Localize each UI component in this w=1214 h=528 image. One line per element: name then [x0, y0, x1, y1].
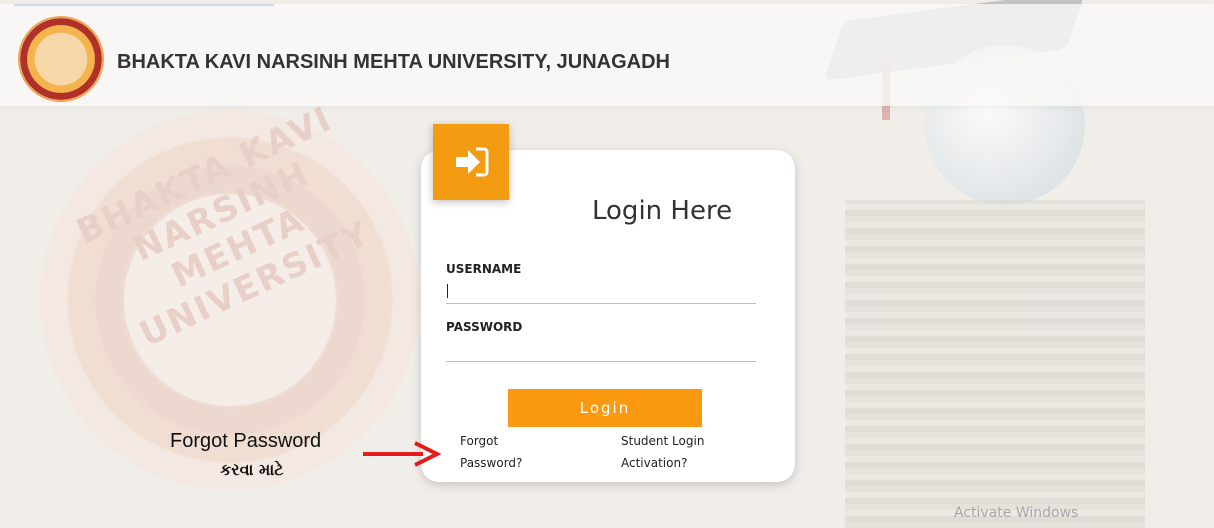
site-header: BHAKTA KAVI NARSINH MEHTA UNIVERSITY, JU…: [0, 4, 1214, 106]
username-label: USERNAME: [446, 262, 522, 276]
university-name: BHAKTA KAVI NARSINH MEHTA UNIVERSITY, JU…: [117, 51, 670, 73]
annotation-forgot-password: Forgot Password: [170, 430, 322, 452]
login-button[interactable]: Login: [508, 389, 702, 427]
forgot-password-line2: Password?: [460, 456, 523, 470]
password-input[interactable]: [446, 335, 756, 362]
annotation-arrow-icon: [363, 441, 442, 467]
student-login-activation-link[interactable]: Student Login Activation?: [621, 430, 704, 474]
forgot-password-link[interactable]: Forgot Password?: [460, 430, 522, 474]
sign-in-icon: [456, 147, 489, 177]
student-activation-line1: Student Login: [621, 434, 705, 448]
username-input[interactable]: [446, 277, 756, 304]
password-label: PASSWORD: [446, 320, 523, 334]
university-logo: [20, 18, 102, 100]
books-stack-image: [845, 200, 1145, 528]
login-title: Login Here: [592, 196, 733, 226]
text-caret: [447, 284, 448, 298]
activate-windows-watermark: Activate Windows: [954, 505, 1079, 521]
student-activation-line2: Activation?: [621, 456, 688, 470]
login-badge: [433, 124, 509, 200]
annotation-gujarati-text: કરવા માટે: [220, 460, 284, 479]
forgot-password-line1: Forgot: [460, 434, 499, 448]
